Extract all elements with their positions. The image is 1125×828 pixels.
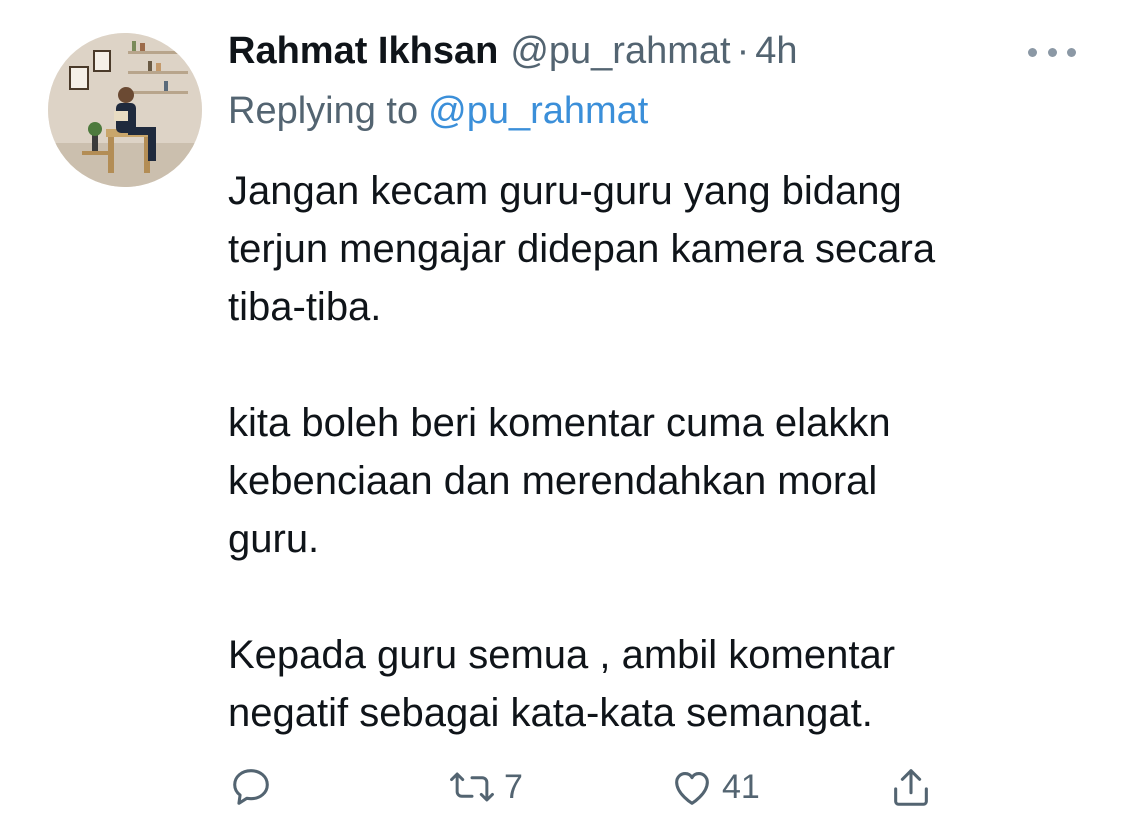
replying-to-mention[interactable]: @pu_rahmat bbox=[428, 90, 648, 132]
tweet-card[interactable]: Rahmat Ikhsan @pu_rahmat · 4h Replying t… bbox=[0, 0, 1125, 828]
tweet-text-line: tiba-tiba. bbox=[228, 285, 382, 329]
share-button[interactable] bbox=[888, 762, 934, 812]
tweet-actions: 7 41 bbox=[228, 762, 948, 812]
more-options-button[interactable] bbox=[1028, 40, 1076, 64]
display-name[interactable]: Rahmat Ikhsan bbox=[228, 30, 498, 73]
tweet-text-line: Jangan kecam guru-guru yang bidang bbox=[228, 169, 902, 213]
tweet-text-line: terjun mengajar didepan kamera secara bbox=[228, 227, 936, 271]
tweet-text-line: guru. bbox=[228, 517, 320, 561]
separator-dot: · bbox=[736, 30, 750, 72]
tweet-header: Rahmat Ikhsan @pu_rahmat · 4h bbox=[228, 30, 798, 78]
tweet-text-line: negatif sebagai kata-kata semangat. bbox=[228, 691, 873, 735]
more-horizontal-icon-dot bbox=[1047, 47, 1057, 57]
like-count: 41 bbox=[722, 767, 760, 806]
tweet-text-line: kita boleh beri komentar cuma elakkn bbox=[228, 401, 891, 445]
avatar[interactable] bbox=[48, 33, 202, 187]
retweet-count: 7 bbox=[504, 767, 523, 806]
timestamp[interactable]: 4h bbox=[755, 30, 797, 73]
tweet-text-line: kebenciaan dan merendahkan moral bbox=[228, 459, 878, 503]
tweet-text-line: Kepada guru semua , ambil komentar bbox=[228, 633, 896, 677]
user-handle[interactable]: @pu_rahmat bbox=[510, 30, 730, 73]
tweet-text: Jangan kecam guru-guru yang bidang terju… bbox=[228, 162, 1088, 742]
share-icon bbox=[894, 769, 928, 806]
avatar-photo bbox=[48, 33, 202, 187]
reply-button[interactable] bbox=[228, 762, 274, 812]
retweet-button[interactable]: 7 bbox=[446, 762, 523, 812]
more-horizontal-icon bbox=[1028, 47, 1037, 57]
replying-to-label: Replying to bbox=[228, 90, 419, 132]
more-horizontal-icon-dot bbox=[1067, 47, 1076, 57]
comment-icon bbox=[233, 769, 269, 805]
retweet-icon bbox=[450, 772, 494, 802]
like-button[interactable]: 41 bbox=[668, 762, 760, 812]
replying-to: Replying to @pu_rahmat bbox=[228, 90, 648, 133]
heart-icon bbox=[675, 772, 709, 805]
